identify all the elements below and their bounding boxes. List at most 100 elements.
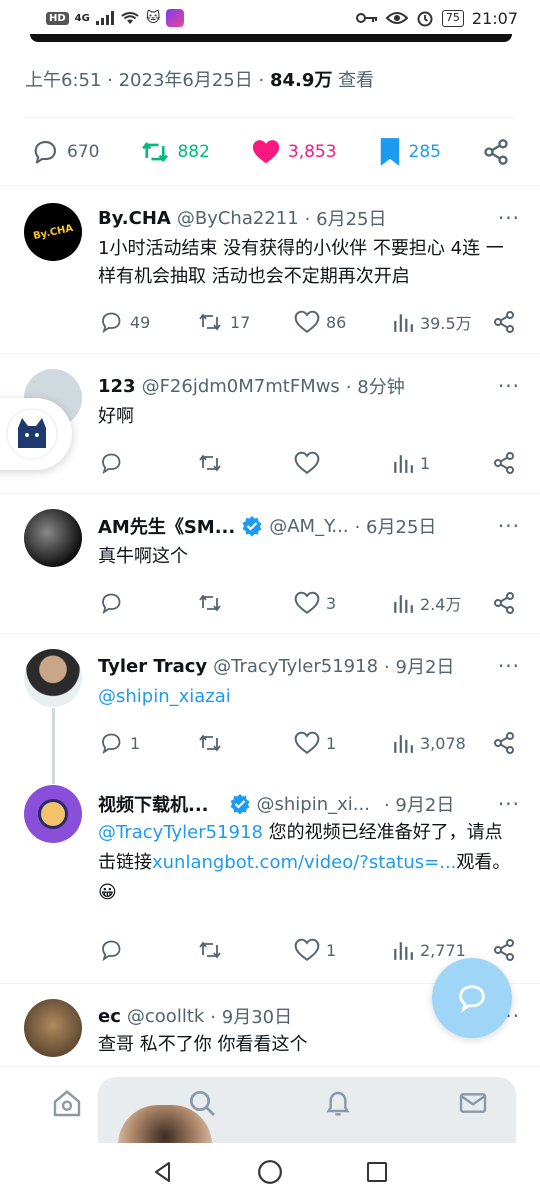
views-count: 1 <box>420 453 431 473</box>
views-button[interactable]: 3,078 <box>392 732 490 754</box>
author-handle[interactable]: @coolltk <box>127 1006 204 1027</box>
reply-tweet[interactable]: 视频下载机... @shipin_xi... · 9月2日 ··· @Tracy… <box>0 773 540 983</box>
bottom-tab-bar <box>0 1066 540 1157</box>
wifi-icon <box>121 12 139 24</box>
bookmark-count: 285 <box>408 142 441 162</box>
more-options-button[interactable]: ··· <box>498 206 520 230</box>
status-bar: HD 4G 🐱 75 21:07 <box>0 0 540 36</box>
like-count: 3 <box>326 593 337 613</box>
reply-tweet[interactable]: Tyler Tracy @TracyTyler51918 · 9月2日 ··· … <box>0 633 540 773</box>
home-tab[interactable] <box>50 1087 84 1123</box>
views-button[interactable]: 2.4万 <box>392 591 490 615</box>
like-button[interactable]: 1 <box>294 731 392 755</box>
signal-icon <box>95 11 114 25</box>
retweet-button[interactable] <box>196 732 294 754</box>
retweet-button[interactable] <box>196 452 294 474</box>
share-button[interactable] <box>492 731 516 755</box>
reply-tweet[interactable]: By.CHA By.CHA @ByCha2211 · 6月25日 ··· 1小时… <box>0 185 540 353</box>
author-name[interactable]: 视频下载机... <box>98 791 209 817</box>
like-count: 86 <box>326 312 347 332</box>
tweet-text: @TracyTyler51918 您的视频已经准备好了，请点击链接xunlang… <box>98 818 516 908</box>
more-options-button[interactable]: ··· <box>498 374 520 398</box>
messages-tab[interactable] <box>456 1087 490 1123</box>
like-button[interactable]: 3 <box>294 591 392 615</box>
video-link[interactable]: xunlangbot.com/video/?status=... <box>152 852 456 873</box>
share-button[interactable] <box>492 938 516 962</box>
floating-assistant-button[interactable] <box>0 398 72 470</box>
mention-link[interactable]: @TracyTyler51918 <box>98 822 263 843</box>
retweet-icon <box>199 941 221 959</box>
retweet-icon <box>199 734 221 752</box>
more-options-button[interactable]: ··· <box>498 654 520 678</box>
reply-button[interactable]: 49 <box>98 310 196 334</box>
reply-icon <box>34 141 56 164</box>
retweet-button[interactable]: 882 <box>140 139 210 165</box>
author-handle[interactable]: @F26jdm0M7mtFMws <box>142 376 340 397</box>
avatar[interactable] <box>24 785 82 843</box>
verified-badge-icon <box>241 515 263 537</box>
tweet-date: · 8分钟 <box>345 377 405 398</box>
reply-tweet[interactable]: AM先生《SM... @AM_Y... · 6月25日 ··· 真牛啊这个 3 … <box>0 493 540 633</box>
reply-button[interactable]: 1 <box>98 731 196 755</box>
reply-tweet[interactable]: 123 @F26jdm0M7mtFMws · 8分钟 ··· 好啊 1 <box>0 353 540 493</box>
notifications-tab[interactable] <box>322 1087 354 1123</box>
like-count: 1 <box>326 940 337 960</box>
like-button[interactable]: 1 <box>294 938 392 962</box>
bookmark-button[interactable]: 285 <box>378 137 441 167</box>
share-button[interactable] <box>492 451 516 475</box>
like-count: 1 <box>326 733 337 753</box>
back-icon[interactable] <box>151 1160 175 1184</box>
share-icon <box>494 732 514 754</box>
retweet-button[interactable]: 17 <box>196 311 294 333</box>
views-count: 2,771 <box>420 940 466 960</box>
media-bottom-edge <box>30 34 512 42</box>
author-handle[interactable]: @shipin_xi... <box>257 794 370 815</box>
more-options-button[interactable]: ··· <box>498 514 520 538</box>
tweet-date: · 9月2日 <box>383 795 455 816</box>
avatar[interactable] <box>24 649 82 707</box>
avatar[interactable] <box>24 999 82 1057</box>
author-name[interactable]: ec <box>98 1006 121 1027</box>
share-button[interactable] <box>482 138 510 166</box>
reply-button[interactable] <box>98 591 196 615</box>
author-handle[interactable]: @TracyTyler51918 <box>213 656 378 677</box>
alarm-icon <box>417 11 433 27</box>
more-options-button[interactable]: ··· <box>498 792 520 816</box>
like-button[interactable] <box>294 451 392 475</box>
avatar[interactable] <box>24 509 82 567</box>
heart-icon <box>294 451 320 474</box>
like-button[interactable]: 86 <box>294 310 392 334</box>
verified-badge-icon <box>229 793 251 815</box>
share-button[interactable] <box>492 310 516 334</box>
share-icon <box>494 452 514 474</box>
share-button[interactable] <box>492 591 516 615</box>
author-name[interactable]: AM先生《SM... <box>98 513 235 539</box>
reply-count: 49 <box>130 312 151 332</box>
reply-icon <box>102 733 121 755</box>
tweet-text: 查哥 私不了你 你看看这个 <box>98 1034 308 1055</box>
retweet-button[interactable] <box>196 939 294 961</box>
reply-button[interactable] <box>98 451 196 475</box>
mention-link[interactable]: @shipin_xiazai <box>98 683 516 711</box>
like-button[interactable]: 3,853 <box>251 138 337 166</box>
views-button[interactable]: 1 <box>392 452 490 474</box>
author-name[interactable]: By.CHA <box>98 208 171 229</box>
clock: 21:07 <box>471 8 518 28</box>
views-count: 3,078 <box>420 733 466 753</box>
author-handle[interactable]: @AM_Y... <box>269 516 348 537</box>
retweet-icon <box>199 454 221 472</box>
author-name[interactable]: Tyler Tracy <box>98 656 207 677</box>
home-circle-icon[interactable] <box>257 1159 283 1185</box>
views-button[interactable]: 39.5万 <box>392 310 490 334</box>
reply-button[interactable] <box>98 938 196 962</box>
bell-icon <box>326 1091 350 1116</box>
tweet-stats: 670 882 3,853 285 <box>30 132 510 172</box>
reply-button[interactable]: 670 <box>30 138 99 166</box>
avatar[interactable]: By.CHA <box>24 203 82 261</box>
recents-icon[interactable] <box>365 1160 389 1184</box>
avatar-character <box>38 799 68 829</box>
author-handle[interactable]: @ByCha2211 <box>177 208 299 229</box>
author-name[interactable]: 123 <box>98 376 136 397</box>
retweet-button[interactable] <box>196 592 294 614</box>
compose-reply-button[interactable] <box>432 958 512 1038</box>
